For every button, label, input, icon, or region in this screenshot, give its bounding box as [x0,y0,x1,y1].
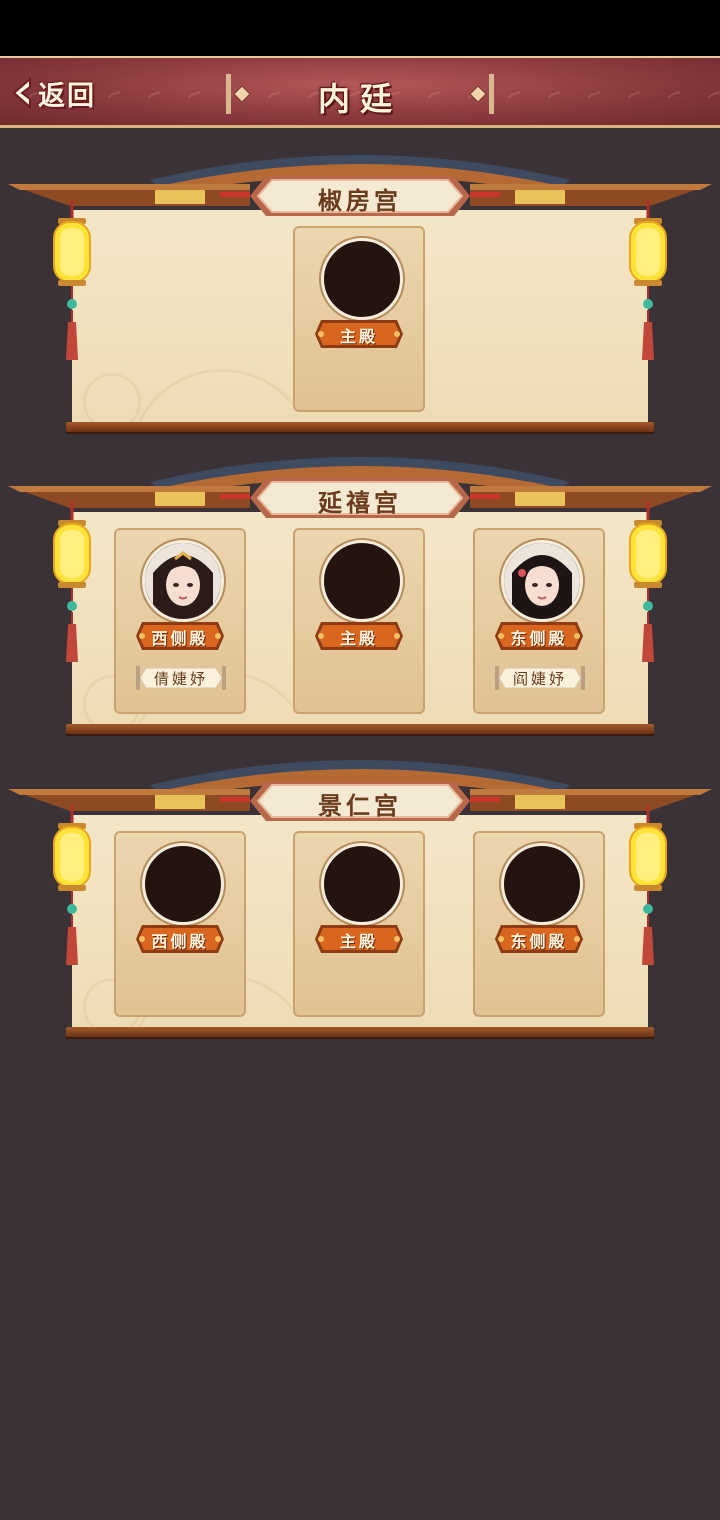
hall-label: 主殿 [339,629,378,648]
consort-rank-label: 倩婕妤 [153,670,208,688]
palace-floor [66,1027,654,1037]
hall-label: 西侧殿 [151,629,209,648]
hall-slot[interactable]: 主殿 [293,528,425,714]
rank-tag: 阎婕妤 [495,664,585,692]
palace-floor [66,724,654,734]
empty-portrait [321,540,403,622]
page-title: 内廷 [317,80,402,118]
palace-block: 延禧宫 西侧殿 倩婕妤 主殿 东侧殿 阎婕妤 [0,442,720,742]
empty-portrait [321,843,403,925]
bracket-right-icon [469,74,494,114]
palace-name-plaque: 延禧宫 [248,476,472,520]
hall-tag: 东侧殿 [493,923,585,955]
palace-name-plaque: 椒房宫 [248,174,472,218]
panel-deco [72,342,292,422]
back-chevron-icon [12,76,31,110]
top-bar: 返回 内廷 [0,56,720,128]
palace-name: 景仁宫 [318,791,402,820]
empty-portrait [142,843,224,925]
hall-tag: 主殿 [313,620,405,652]
hall-tag: 东侧殿 [493,620,585,652]
hall-tag: 西侧殿 [134,620,226,652]
hall-label: 东侧殿 [510,629,568,648]
portrait-avatar-frame[interactable] [142,540,224,622]
hall-label: 东侧殿 [510,932,568,951]
hall-label: 西侧殿 [151,932,209,951]
empty-portrait [501,843,583,925]
hall-slot[interactable]: 西侧殿 [114,831,246,1017]
palace-name: 椒房宫 [318,186,402,215]
hall-tag: 主殿 [313,923,405,955]
back-label: 返回 [38,80,96,112]
consort-rank-label: 阎婕妤 [512,670,567,688]
hall-slot[interactable]: 主殿 [293,831,425,1017]
title-plaque: 内廷 [220,68,500,118]
empty-portrait [321,238,403,320]
rank-tag: 倩婕妤 [136,664,226,692]
lantern-icon [53,502,91,662]
palace-block: 椒房宫 主殿 [0,140,720,440]
lantern-icon [53,805,91,965]
hall-label: 主殿 [339,327,378,346]
hall-slot[interactable]: 主殿 [293,226,425,412]
back-button[interactable]: 返回 [8,74,96,112]
hall-label: 主殿 [339,932,378,951]
status-bar [0,0,720,56]
palace-name: 延禧宫 [318,488,402,517]
hall-slot[interactable]: 东侧殿 阎婕妤 [473,528,605,714]
palace-name-plaque: 景仁宫 [248,779,472,823]
palace-block: 景仁宫 西侧殿 主殿 东侧殿 [0,745,720,1045]
lantern-icon [53,200,91,360]
lantern-icon [629,502,667,662]
lantern-icon [629,200,667,360]
lantern-icon [629,805,667,965]
portrait-avatar [145,543,221,619]
hall-tag: 西侧殿 [134,923,226,955]
portrait-avatar [504,543,580,619]
hall-slot[interactable]: 西侧殿 倩婕妤 [114,528,246,714]
hall-slot[interactable]: 东侧殿 [473,831,605,1017]
palace-floor [66,422,654,432]
portrait-avatar-frame[interactable] [501,540,583,622]
hall-tag: 主殿 [313,318,405,350]
